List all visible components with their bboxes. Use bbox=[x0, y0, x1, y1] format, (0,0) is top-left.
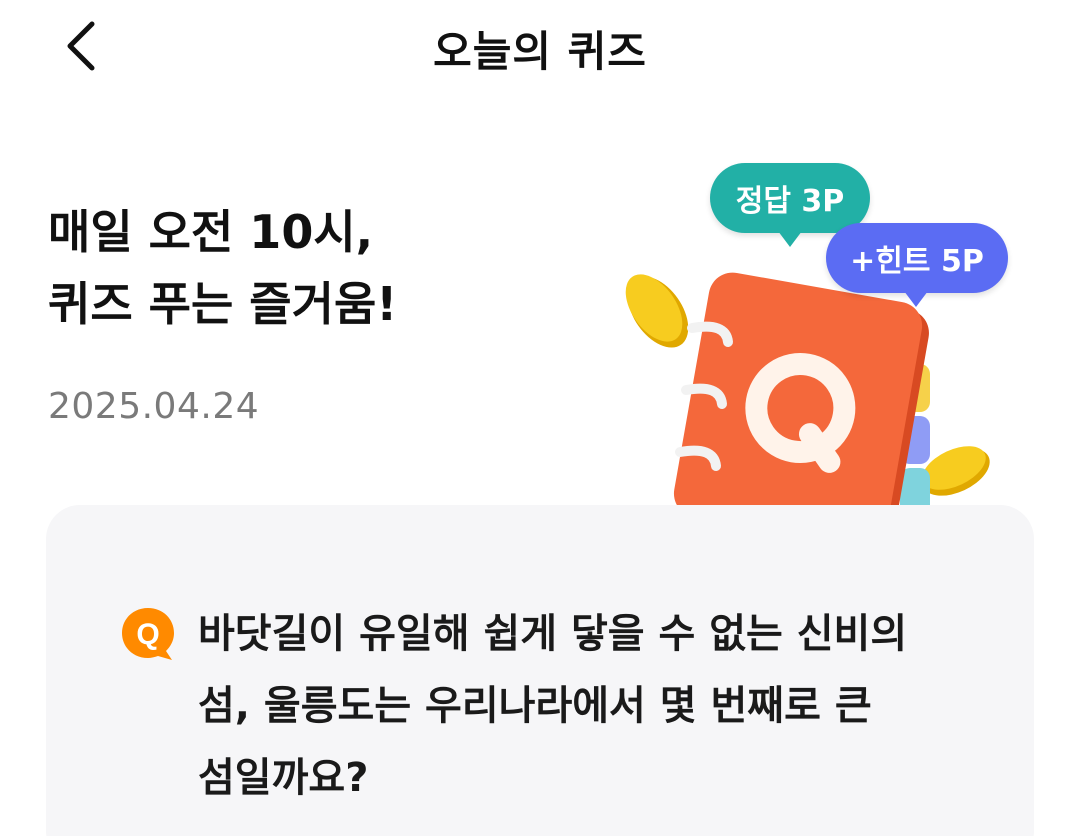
hero-title: 매일 오전 10시, 퀴즈 푸는 즐거움! bbox=[48, 196, 397, 340]
question-q-icon: Q bbox=[122, 608, 174, 660]
quiz-date: 2025.04.24 bbox=[48, 386, 260, 427]
coin-left-icon bbox=[625, 274, 689, 348]
page-title: 오늘의 퀴즈 bbox=[433, 27, 647, 76]
hero-title-line1: 매일 오전 10시, bbox=[48, 205, 374, 259]
quiz-page: 오늘의 퀴즈 매일 오전 10시, 퀴즈 푸는 즐거움! 2025.04.24 bbox=[0, 0, 1080, 836]
question-text: 바닷길이 유일해 쉽게 닿을 수 없는 신비의 섬, 울릉도는 우리나라에서 몇… bbox=[198, 611, 908, 801]
hero-title-line2: 퀴즈 푸는 즐거움! bbox=[48, 277, 398, 331]
svg-text:Q: Q bbox=[136, 618, 159, 651]
answer-points-bubble: 정답 3P bbox=[710, 163, 870, 247]
hint-points-bubble: +힌트 5P bbox=[826, 223, 1008, 307]
